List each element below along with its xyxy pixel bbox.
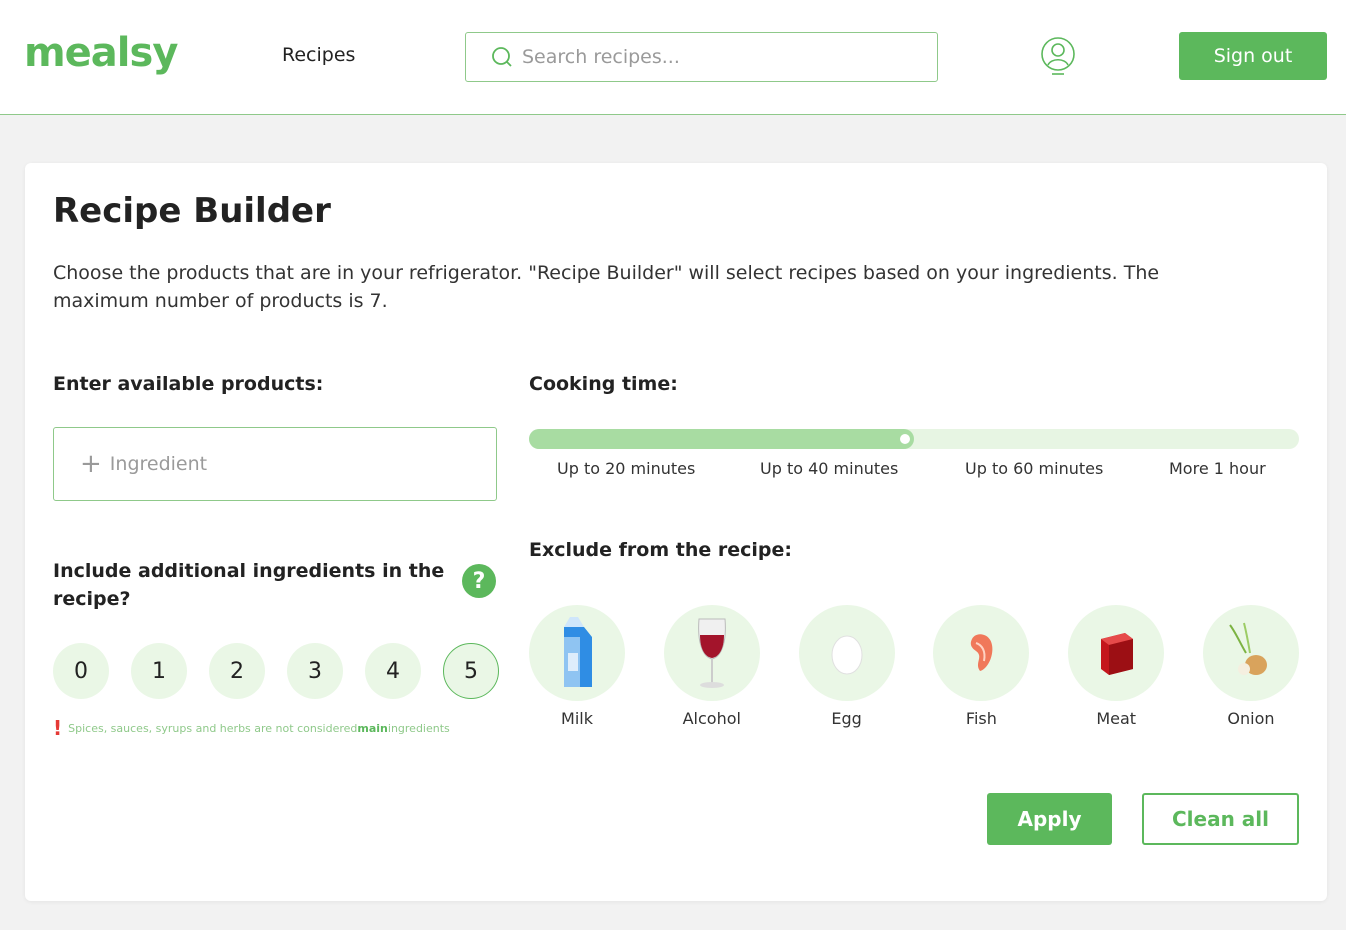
cooking-time-slider[interactable] (529, 429, 1299, 449)
exclude-fish-circle (933, 605, 1030, 701)
search-bar[interactable] (465, 32, 938, 82)
time-option-40[interactable]: Up to 40 minutes (760, 459, 898, 478)
include-additional-label: Include additional ingredients in the re… (53, 560, 445, 610)
apply-button[interactable]: Apply (987, 793, 1112, 845)
exclude-meat[interactable]: Meat (1068, 605, 1165, 728)
plus-icon: + (80, 449, 102, 479)
onion-icon (1229, 622, 1267, 675)
count-option-3[interactable]: 3 (287, 643, 343, 699)
help-icon[interactable]: ? (462, 564, 496, 598)
count-option-5[interactable]: 5 (443, 643, 499, 699)
egg-icon (831, 635, 863, 675)
exclude-egg-label: Egg (831, 709, 862, 728)
exclude-onion[interactable]: Onion (1202, 605, 1299, 728)
search-icon (492, 47, 512, 67)
count-option-1[interactable]: 1 (131, 643, 187, 699)
page-title: Recipe Builder (53, 191, 331, 231)
mealsy-logo[interactable]: mealsy (24, 30, 178, 76)
ingredient-placeholder: Ingredient (109, 453, 208, 475)
slider-fill (529, 429, 914, 449)
salmon-steak-icon (971, 634, 993, 671)
ingredient-input[interactable]: + Ingredient (53, 427, 497, 501)
count-option-2[interactable]: 2 (209, 643, 265, 699)
exclamation-icon: ! (53, 716, 63, 740)
milk-carton-icon (564, 617, 592, 687)
cooking-time-label: Cooking time: (529, 373, 678, 395)
user-profile-icon[interactable] (1040, 36, 1076, 78)
exclude-onion-circle (1202, 605, 1299, 701)
count-option-0[interactable]: 0 (53, 643, 109, 699)
exclude-egg-circle (798, 605, 895, 701)
top-header: mealsy Recipes Sign out (0, 0, 1346, 115)
exclude-meat-circle (1068, 605, 1165, 701)
exclude-meat-label: Meat (1096, 709, 1137, 728)
exclude-onion-label: Onion (1227, 709, 1275, 728)
search-input[interactable] (522, 46, 902, 68)
exclude-milk-circle (529, 605, 625, 701)
exclude-label: Exclude from the recipe: (529, 539, 792, 561)
slider-thumb[interactable] (898, 432, 912, 446)
note-suffix: ingredients (387, 721, 450, 735)
exclude-alcohol-circle (663, 605, 760, 701)
exclude-fish[interactable]: Fish (933, 605, 1030, 728)
recipe-builder-card: Recipe Builder Choose the products that … (25, 163, 1327, 901)
products-label: Enter available products: (53, 373, 324, 395)
exclude-milk[interactable]: Milk (529, 605, 625, 728)
exclude-alcohol-label: Alcohol (682, 709, 741, 728)
sign-out-button[interactable]: Sign out (1179, 32, 1327, 80)
ingredients-note: ! Spices, sauces, syrups and herbs are n… (53, 716, 450, 740)
time-option-60[interactable]: Up to 60 minutes (965, 459, 1103, 478)
page-description: Choose the products that are in your ref… (53, 262, 1160, 312)
exclude-egg[interactable]: Egg (798, 605, 895, 728)
wine-glass-icon (697, 618, 726, 688)
exclude-fish-label: Fish (965, 709, 997, 728)
count-option-4[interactable]: 4 (365, 643, 421, 699)
exclude-options: Milk Alcohol Egg Fish Meat Onion (529, 605, 1299, 728)
clean-all-button[interactable]: Clean all (1142, 793, 1299, 845)
note-emphasis: main (357, 721, 388, 735)
exclude-milk-label: Milk (561, 709, 593, 728)
exclude-alcohol[interactable]: Alcohol (663, 605, 760, 728)
meat-cube-icon (1101, 633, 1134, 675)
time-option-20[interactable]: Up to 20 minutes (557, 459, 695, 478)
note-prefix: Spices, sauces, syrups and herbs are not… (68, 721, 358, 735)
nav-recipes-link[interactable]: Recipes (282, 44, 355, 66)
time-option-more[interactable]: More 1 hour (1169, 459, 1266, 478)
additional-count-selector: 0 1 2 3 4 5 (53, 643, 499, 699)
